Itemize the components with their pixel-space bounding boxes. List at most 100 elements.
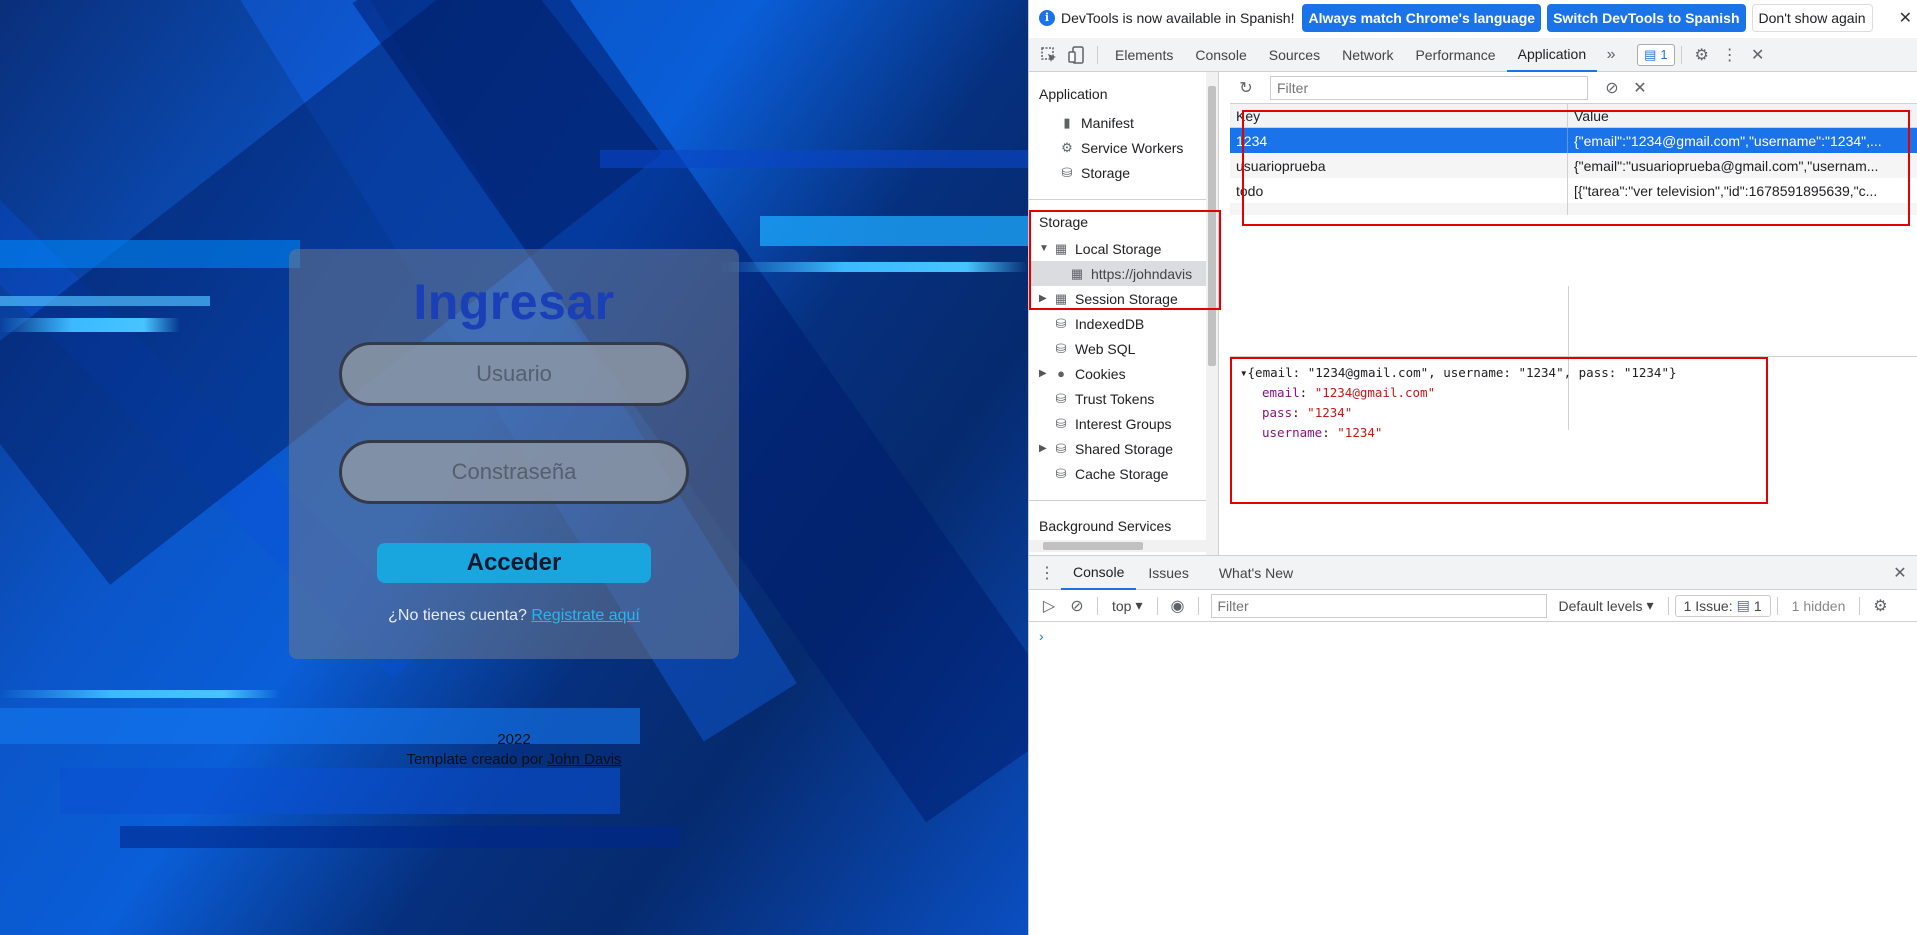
- collapsed-arrow-icon[interactable]: ▶: [1039, 443, 1053, 454]
- gear-icon[interactable]: ⚙: [1688, 41, 1716, 69]
- password-input[interactable]: [339, 440, 689, 504]
- device-toolbar-icon[interactable]: [1063, 41, 1091, 69]
- toolbar-separator: [1097, 45, 1098, 64]
- tab-network[interactable]: Network: [1331, 38, 1404, 72]
- tab-performance[interactable]: Performance: [1404, 38, 1506, 72]
- database-icon: ⛁: [1055, 465, 1067, 481]
- sidebar-item-manifest[interactable]: ▮ Manifest: [1059, 110, 1134, 135]
- scrollbar-thumb[interactable]: [1043, 542, 1143, 550]
- sidebar-item-indexeddb[interactable]: ⛁ IndexedDB: [1053, 311, 1145, 336]
- message-icon: ▤: [1644, 46, 1657, 62]
- background-light-bar: [760, 216, 1028, 246]
- sidebar-item-label: Shared Storage: [1075, 440, 1174, 457]
- console-filter-input[interactable]: [1210, 593, 1547, 618]
- dropdown-arrow-icon: ▾: [1646, 597, 1654, 613]
- login-page: Ingresar Acceder ¿No tienes cuenta? Regi…: [0, 0, 1028, 935]
- sidebar-item-cookies[interactable]: ▶ ● Cookies: [1039, 361, 1126, 386]
- database-icon: ⛁: [1055, 415, 1067, 431]
- tab-console[interactable]: Console: [1184, 38, 1257, 72]
- tab-elements[interactable]: Elements: [1104, 38, 1184, 72]
- database-icon: ⛁: [1055, 340, 1067, 356]
- tab-application[interactable]: Application: [1506, 38, 1598, 72]
- sidebar-item-trust-tokens[interactable]: ⛁ Trust Tokens: [1053, 386, 1155, 411]
- delete-selected-icon[interactable]: ✕: [1626, 74, 1654, 102]
- more-options-icon[interactable]: ⋮: [1716, 41, 1744, 69]
- issues-count: 1: [1660, 47, 1668, 62]
- toolbar-separator: [1776, 596, 1778, 615]
- close-icon[interactable]: ✕: [1899, 8, 1912, 28]
- sidebar-item-label: Trust Tokens: [1075, 390, 1155, 407]
- console-settings-gear-icon[interactable]: ⚙: [1866, 592, 1894, 620]
- clear-all-icon[interactable]: ⊘: [1598, 74, 1626, 102]
- annotation-box-preview: [1230, 357, 1768, 504]
- inspect-element-icon[interactable]: [1035, 41, 1063, 69]
- application-sidebar: Application ▮ Manifest ⚙ Service Workers…: [1029, 72, 1219, 555]
- sidebar-item-label: Interest Groups: [1075, 415, 1172, 432]
- log-levels-dropdown[interactable]: Default levels ▾: [1551, 597, 1662, 614]
- database-icon: ⛁: [1061, 164, 1073, 180]
- background-light-bar: [0, 296, 210, 306]
- background-light-bar: [60, 768, 620, 814]
- footer-author-link[interactable]: John Davis: [547, 751, 621, 768]
- gear-icon: ⚙: [1061, 139, 1073, 155]
- toolbar-separator: [1667, 596, 1669, 615]
- sidebar-item-label: Cache Storage: [1075, 465, 1169, 482]
- background-light-bar: [120, 826, 680, 848]
- sidebar-scrollbar[interactable]: [1206, 72, 1218, 555]
- issues-counter[interactable]: 1 Issue: ▤ 1: [1674, 594, 1771, 617]
- infobar-text: DevTools is now available in Spanish!: [1061, 10, 1295, 26]
- login-title: Ingresar: [413, 274, 615, 330]
- signup-link[interactable]: Registrate aquí: [531, 607, 640, 624]
- dont-show-again-button[interactable]: Don't show again: [1751, 4, 1873, 32]
- context-selector[interactable]: top ▾: [1104, 597, 1151, 614]
- sidebar-horizontal-scrollbar[interactable]: [1029, 540, 1207, 552]
- drawer-tabs: ⋮ Console Issues What's New ✕: [1029, 556, 1917, 590]
- issues-counter-count: 1: [1753, 597, 1762, 614]
- drawer-menu-icon[interactable]: ⋮: [1033, 559, 1061, 587]
- sidebar-item-service-workers[interactable]: ⚙ Service Workers: [1059, 135, 1183, 160]
- eye-icon[interactable]: ◉: [1164, 592, 1192, 620]
- storage-filter-input[interactable]: [1270, 75, 1588, 100]
- sidebar-item-shared-storage[interactable]: ▶ ⛁ Shared Storage: [1039, 436, 1173, 461]
- switch-language-button[interactable]: Switch DevTools to Spanish: [1547, 4, 1746, 32]
- sidebar-item-label: Manifest: [1081, 114, 1134, 131]
- console-drawer: ⋮ Console Issues What's New ✕ ▷ ⊘ top ▾ ◉…: [1029, 555, 1917, 935]
- application-section-title: Application: [1039, 86, 1108, 102]
- footer-year: 2022: [497, 731, 531, 748]
- username-input[interactable]: [339, 342, 689, 406]
- login-submit-button[interactable]: Acceder: [377, 543, 651, 583]
- refresh-icon[interactable]: ↻: [1232, 74, 1260, 102]
- sidebar-item-label: Cookies: [1075, 365, 1126, 382]
- file-icon: ▮: [1063, 114, 1071, 130]
- background-light-streak: [0, 690, 280, 698]
- section-divider: [1029, 500, 1209, 501]
- storage-filterbar: ↻ ⊘ ✕: [1230, 72, 1917, 104]
- sidebar-item-websql[interactable]: ⛁ Web SQL: [1053, 336, 1136, 361]
- drawer-tab-issues[interactable]: Issues: [1136, 556, 1200, 590]
- toolbar-separator: [1097, 596, 1098, 615]
- sidebar-item-cache-storage[interactable]: ⛁ Cache Storage: [1053, 461, 1169, 486]
- toolbar-separator: [1859, 596, 1861, 615]
- match-language-button[interactable]: Always match Chrome's language: [1302, 4, 1542, 32]
- issues-badge[interactable]: ▤ 1: [1637, 43, 1675, 66]
- drawer-tab-whats-new[interactable]: What's New: [1207, 556, 1305, 590]
- more-tabs-icon[interactable]: »: [1597, 41, 1625, 69]
- console-prompt[interactable]: ›: [1029, 622, 1917, 650]
- toolbar-separator: [1680, 45, 1682, 64]
- prompt-chevron-icon: ›: [1039, 628, 1044, 644]
- background-light-streak: [0, 318, 180, 332]
- language-infobar: i DevTools is now available in Spanish! …: [1029, 0, 1917, 36]
- tab-sources[interactable]: Sources: [1258, 38, 1331, 72]
- sidebar-item-interest-groups[interactable]: ⛁ Interest Groups: [1053, 411, 1172, 436]
- clear-console-icon[interactable]: ⊘: [1063, 592, 1091, 620]
- cookie-icon: ●: [1057, 366, 1065, 381]
- devtools-toolbar: Elements Console Sources Network Perform…: [1029, 38, 1917, 72]
- drawer-tab-console[interactable]: Console: [1061, 556, 1137, 590]
- collapsed-arrow-icon[interactable]: ▶: [1039, 368, 1053, 379]
- footer-credit: Template creado por John Davis: [0, 750, 1028, 770]
- sidebar-toggle-icon[interactable]: ▷: [1035, 592, 1063, 620]
- sidebar-item-storage[interactable]: ⛁ Storage: [1059, 160, 1131, 185]
- close-devtools-icon[interactable]: ✕: [1744, 41, 1772, 69]
- close-drawer-icon[interactable]: ✕: [1886, 559, 1914, 587]
- devtools-panel: i DevTools is now available in Spanish! …: [1028, 0, 1917, 935]
